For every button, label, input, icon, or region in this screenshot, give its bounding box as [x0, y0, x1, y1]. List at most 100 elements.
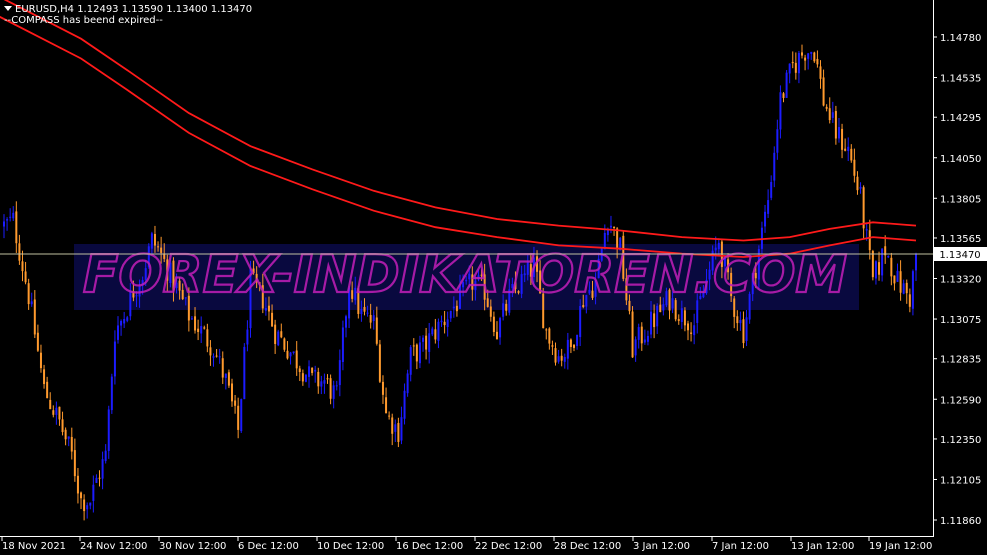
candle-body: [425, 335, 428, 350]
candle-body: [455, 305, 458, 312]
candle-body: [39, 352, 42, 369]
candle-body: [95, 477, 98, 483]
time-tick-label: 28 Dec 12:00: [554, 541, 621, 552]
candle-body: [745, 317, 748, 341]
price-tick-label: 1.11860: [940, 516, 981, 527]
candle-body: [221, 358, 224, 378]
candle-body: [363, 306, 366, 312]
time-tick-label: 19 Jan 12:00: [869, 541, 932, 552]
candle-body: [822, 77, 825, 106]
candle-body: [378, 344, 381, 382]
candle-body: [58, 406, 61, 420]
candle-body: [24, 271, 27, 283]
candle-body: [646, 335, 649, 342]
candle-body: [264, 308, 267, 311]
chart-window[interactable]: FOREX-INDIKATOREN.COM 1.14780 1.14535 1.14…: [0, 0, 987, 555]
dropdown-arrow-icon[interactable]: [4, 6, 12, 11]
candle-body: [422, 337, 425, 342]
candle-body: [123, 318, 126, 324]
time-tick-label: 18 Nov 2021: [2, 541, 66, 552]
candle-body: [209, 347, 212, 356]
candle-body: [329, 378, 332, 399]
candle-body: [70, 436, 73, 452]
candle-body: [46, 381, 49, 399]
candle-body: [742, 319, 745, 344]
time-tick-label: 13 Jan 12:00: [791, 541, 854, 552]
candle-body: [76, 475, 79, 494]
candle-body: [83, 499, 86, 512]
candle-body: [896, 270, 899, 282]
current-price-label: 1.13470: [934, 247, 987, 261]
candle-body: [887, 255, 890, 258]
candle-body: [819, 66, 822, 79]
candle-body: [234, 400, 237, 406]
symbol-header[interactable]: EURUSD,H4 1.12493 1.13590 1.13400 1.1347…: [4, 4, 252, 15]
candle-body: [554, 348, 557, 363]
candle-body: [434, 329, 437, 340]
candle-body: [844, 148, 847, 151]
candle-body: [323, 380, 326, 384]
candle-body: [27, 283, 30, 305]
candle-body: [9, 216, 12, 218]
candle-body: [609, 225, 612, 228]
candle-body: [770, 181, 773, 198]
candle-body: [101, 459, 104, 479]
candle-body: [345, 316, 347, 328]
price-tick-label: 1.12105: [940, 475, 981, 486]
candle-body: [862, 187, 865, 229]
candle-body: [314, 369, 317, 372]
candle-body: [499, 318, 502, 338]
candle-body: [15, 211, 18, 244]
price-tick-label: 1.13075: [940, 315, 981, 326]
candle-body: [153, 233, 156, 246]
candle-body: [662, 304, 665, 311]
candle-body: [859, 186, 862, 189]
candle-body: [415, 344, 418, 362]
candle-body: [850, 148, 853, 161]
time-tick-label: 24 Nov 12:00: [80, 541, 147, 552]
candle-body: [372, 315, 375, 322]
candle-body: [326, 378, 329, 380]
price-tick-label: 1.14050: [940, 154, 981, 165]
candle-body: [831, 112, 834, 118]
candle-body: [804, 57, 807, 61]
time-tick-label: 22 Dec 12:00: [475, 541, 542, 552]
candle-body: [271, 312, 274, 327]
candle-body: [283, 338, 286, 350]
candle-body: [868, 230, 871, 251]
candle-body: [412, 345, 415, 347]
candle-body: [837, 127, 840, 139]
candle-body: [3, 221, 5, 227]
candle-body: [304, 374, 307, 382]
candle-body: [388, 415, 391, 417]
candle-body: [18, 243, 21, 261]
price-tick-label: 1.14535: [940, 74, 981, 85]
candle-body: [360, 309, 363, 315]
candle-body: [237, 405, 240, 430]
price-chart[interactable]: FOREX-INDIKATOREN.COM 1.147801.145351.14…: [0, 0, 987, 555]
candle-body: [33, 299, 36, 335]
candle-body: [409, 347, 412, 375]
candle-body: [683, 310, 686, 326]
candle-body: [406, 373, 409, 394]
candle-body: [80, 492, 83, 499]
candle-body: [308, 366, 311, 377]
candle-body: [98, 477, 101, 479]
candle-body: [902, 283, 905, 294]
candle-body: [190, 318, 193, 320]
price-tick-label: 1.14295: [940, 113, 981, 124]
candle-body: [764, 211, 767, 227]
candle-body: [55, 407, 58, 415]
candle-body: [637, 327, 640, 340]
price-tick-label: 1.12835: [940, 355, 981, 366]
time-tick-label: 6 Dec 12:00: [238, 541, 299, 552]
candle-body: [797, 53, 800, 74]
candle-body: [431, 328, 434, 335]
candle-body: [452, 306, 455, 309]
candle-body: [446, 319, 449, 327]
candle-body: [890, 257, 893, 277]
candle-body: [443, 321, 446, 326]
candle-body: [563, 356, 566, 362]
candle-body: [320, 381, 323, 387]
candle-body: [502, 303, 505, 317]
